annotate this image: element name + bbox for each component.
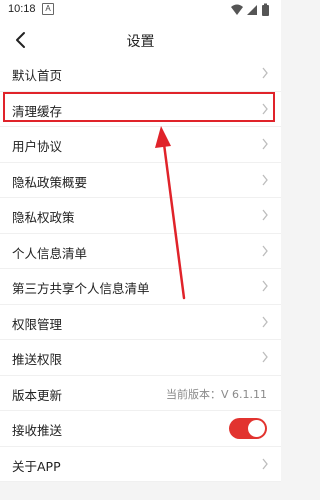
wifi-icon	[231, 4, 243, 15]
toggle-knob	[248, 420, 265, 437]
settings-item-label: 隐私权政策	[12, 210, 75, 225]
chevron-right-icon	[262, 245, 268, 256]
settings-item-about-app[interactable]: 关于APP	[0, 446, 281, 482]
status-icons	[231, 3, 269, 16]
settings-item-label: 接收推送	[12, 423, 63, 438]
page-title: 设置	[126, 34, 155, 50]
chevron-right-icon	[262, 458, 268, 469]
settings-item-clear-cache[interactable]: 清理缓存	[0, 91, 281, 127]
settings-item-third-party-sharing[interactable]: 第三方共享个人信息清单	[0, 269, 281, 305]
settings-item-personal-info-list[interactable]: 个人信息清单	[0, 233, 281, 269]
settings-item-label: 推送权限	[12, 352, 63, 367]
signal-icon	[247, 5, 257, 15]
settings-item-label: 隐私政策概要	[12, 174, 88, 190]
chevron-right-icon	[262, 316, 268, 327]
settings-item-label: 第三方共享个人信息清单	[12, 281, 150, 296]
settings-item-label: 清理缓存	[12, 103, 63, 119]
settings-item-label: 关于APP	[12, 458, 61, 474]
notification-icon: A	[42, 3, 54, 15]
chevron-right-icon	[262, 351, 268, 363]
settings-item-label: 默认首页	[12, 68, 63, 83]
receive-push-toggle[interactable]	[229, 418, 267, 439]
header-bar: 设置	[0, 20, 281, 61]
settings-item-label: 个人信息清单	[12, 245, 88, 261]
settings-item-label: 版本更新	[12, 387, 63, 403]
chevron-right-icon	[262, 280, 268, 292]
status-bar: 10:18 A	[0, 0, 281, 20]
chevron-right-icon	[262, 174, 268, 185]
current-version-text: 当前版本：V 6.1.11	[165, 387, 267, 401]
chevron-right-icon	[262, 103, 268, 114]
settings-item-privacy-policy[interactable]: 隐私权政策	[0, 198, 281, 234]
chevron-right-icon	[262, 67, 268, 79]
settings-item-push-permission[interactable]: 推送权限	[0, 340, 281, 376]
settings-item-label: 用户协议	[12, 139, 63, 154]
settings-item-default-home[interactable]: 默认首页	[0, 56, 281, 92]
settings-item-user-agreement[interactable]: 用户协议	[0, 127, 281, 163]
settings-item-version-update[interactable]: 版本更新 当前版本：V 6.1.11	[0, 375, 281, 411]
chevron-right-icon	[262, 209, 268, 221]
status-time: 10:18	[8, 3, 36, 15]
chevron-right-icon	[262, 138, 268, 150]
settings-item-privacy-summary[interactable]: 隐私政策概要	[0, 162, 281, 198]
settings-item-receive-push: 接收推送	[0, 411, 281, 447]
settings-item-permission-management[interactable]: 权限管理	[0, 304, 281, 340]
settings-list: 默认首页 清理缓存 用户协议 隐私政策概要 隐私权政策 个人信息清单 第三方共享…	[0, 56, 281, 482]
settings-item-label: 权限管理	[12, 316, 63, 332]
battery-icon	[262, 3, 269, 16]
